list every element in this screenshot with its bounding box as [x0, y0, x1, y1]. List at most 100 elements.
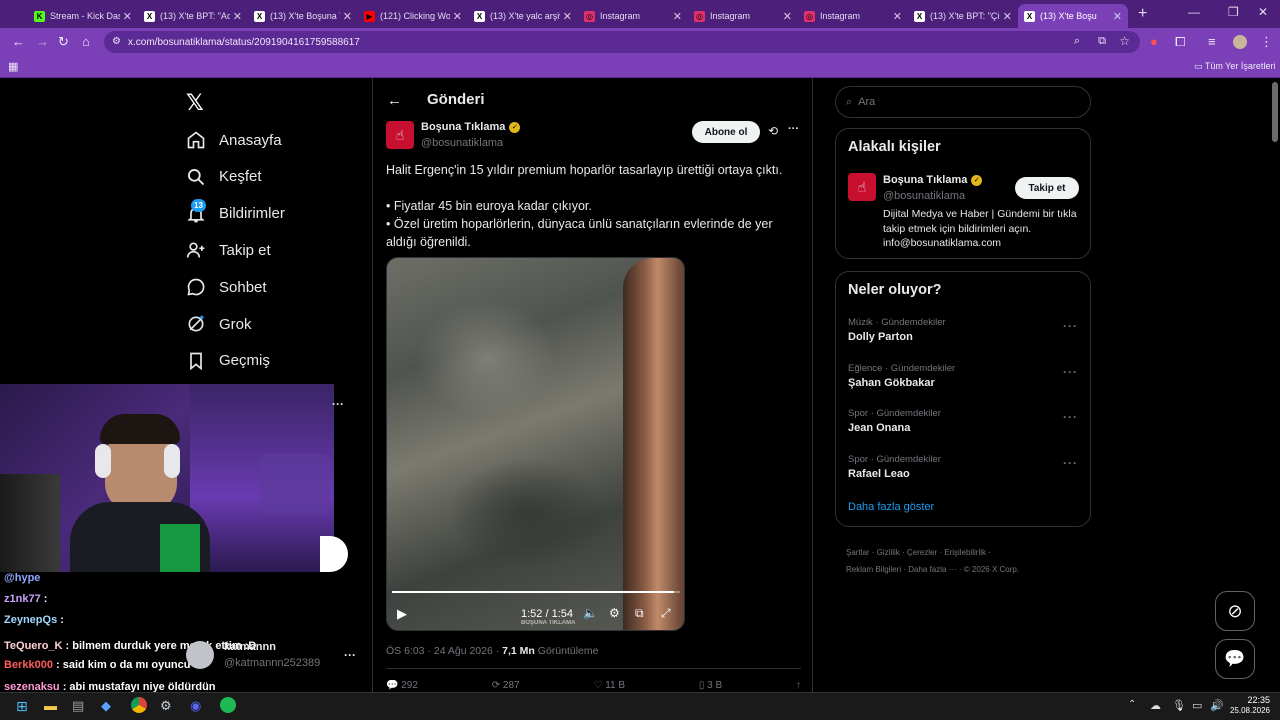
nav-item-bookmark[interactable]: Geçmiş — [186, 351, 270, 371]
tab-close-icon[interactable]: ✕ — [453, 10, 462, 23]
nav-item-bell[interactable]: Bildirimler 13 — [186, 198, 285, 224]
tab-close-icon[interactable]: ✕ — [783, 10, 792, 23]
repost-button[interactable]: ⟳ 287 — [492, 680, 520, 692]
reload-icon[interactable]: ↻ — [58, 34, 69, 50]
trend-item[interactable]: Eğlence · Gündemdekiler Şahan Gökbakar — [848, 363, 1078, 389]
microphone-icon[interactable]: 🎙 — [1172, 699, 1186, 712]
tray-app-icon[interactable]: ☁ — [1150, 699, 1161, 712]
browser-tab[interactable]: ◎ Instagram ✕ — [798, 4, 908, 28]
follow-button[interactable]: Takip et — [1015, 177, 1079, 199]
browser-tab[interactable]: ▶ (121) Clicking Wo ✕ — [358, 4, 468, 28]
video-progress-track[interactable] — [392, 591, 680, 593]
trend-more-icon[interactable]: ··· — [1063, 365, 1078, 379]
taskbar-app-icon[interactable]: ▤ — [72, 698, 84, 714]
share-icon[interactable]: ↑ — [796, 680, 801, 692]
reply-button[interactable]: 💬 292 — [386, 680, 418, 692]
browser-tab[interactable]: X (13) X'te BPT: "Çi ✕ — [908, 4, 1018, 28]
post-video[interactable]: ▶ 1:52 / 1:54 🔈 ⚙ ⧉ ⤢ BOŞUNA TIKLAMA — [386, 257, 685, 631]
close-window-icon[interactable]: ✕ — [1258, 5, 1268, 19]
tab-close-icon[interactable]: ✕ — [1113, 10, 1122, 23]
x-logo-icon[interactable]: 𝕏 — [186, 90, 204, 116]
browser-tab[interactable]: X (13) X'te yalc arşiv ✕ — [468, 4, 578, 28]
trend-item[interactable]: Spor · Gündemdekiler Jean Onana — [848, 408, 1078, 434]
footer-link[interactable]: Erişilebilirlik — [944, 548, 986, 557]
fullscreen-icon[interactable]: ⤢ — [661, 606, 671, 621]
maximize-icon[interactable]: ❐ — [1228, 5, 1239, 19]
grok-actions-icon[interactable]: ⟲ — [768, 124, 778, 138]
browser-tab[interactable]: X (13) X'te Boşuna T ✕ — [248, 4, 358, 28]
tray-chevron-icon[interactable]: ⌃ — [1128, 699, 1136, 710]
browser-tab[interactable]: X (13) X'te BPT: "Ad ✕ — [138, 4, 248, 28]
tab-close-icon[interactable]: ✕ — [123, 10, 132, 23]
scrollbar-thumb[interactable] — [1272, 82, 1278, 142]
file-explorer-icon[interactable]: ▬ — [44, 698, 57, 713]
tab-close-icon[interactable]: ✕ — [343, 10, 352, 23]
tab-close-icon[interactable]: ✕ — [673, 10, 682, 23]
trend-more-icon[interactable]: ··· — [1063, 456, 1078, 470]
overlay-more-icon[interactable]: ··· — [332, 397, 344, 411]
trend-item[interactable]: Müzik · Gündemdekiler Dolly Parton — [848, 317, 1078, 343]
tab-close-icon[interactable]: ✕ — [233, 10, 242, 23]
browser-tab[interactable]: ◎ Instagram ✕ — [688, 4, 798, 28]
all-bookmarks[interactable]: ▭ Tüm Yer İşaretleri — [1194, 61, 1275, 72]
site-info-icon[interactable]: ⚙ — [112, 36, 121, 47]
home-browser-icon[interactable]: ⌂ — [82, 34, 90, 49]
settings-icon[interactable]: ⚙ — [609, 606, 620, 620]
play-icon[interactable]: ▶ — [397, 606, 407, 622]
post-button-partial[interactable] — [320, 536, 348, 572]
volume-icon[interactable]: 🔈 — [583, 606, 598, 620]
show-more-link[interactable]: Daha fazla göster — [848, 501, 934, 513]
author-name-row[interactable]: Boşuna Tıklama ✓ — [421, 121, 521, 133]
menu-dots-icon[interactable]: ⋮ — [1260, 34, 1273, 50]
extensions-puzzle-icon[interactable]: ⧠ — [1175, 34, 1185, 50]
back-icon[interactable]: ← — [12, 34, 25, 49]
clock-time[interactable]: 22:35 — [1230, 695, 1270, 705]
subscribe-button[interactable]: Abone ol — [692, 121, 760, 143]
browser-tab[interactable]: K Stream - Kick Das ✕ — [28, 4, 138, 28]
nav-item-search[interactable]: Keşfet — [186, 167, 262, 187]
clock-date[interactable]: 25.08.2026 — [1226, 706, 1270, 715]
new-tab-icon[interactable]: + — [1138, 5, 1147, 23]
trend-more-icon[interactable]: ··· — [1063, 319, 1078, 333]
media-icon[interactable]: ≡ — [1208, 34, 1216, 49]
trend-more-icon[interactable]: ··· — [1063, 410, 1078, 424]
account-more-icon[interactable]: ··· — [344, 648, 356, 662]
post-timestamp[interactable]: ÖS 6:03 · 24 Ağu 2026 · — [386, 645, 502, 657]
tab-close-icon[interactable]: ✕ — [563, 10, 572, 23]
windows-start-icon[interactable]: ⊞ — [16, 698, 28, 715]
author-avatar[interactable]: ☝ — [386, 121, 414, 149]
zoom-icon[interactable]: ⌕ — [1074, 35, 1080, 48]
taskbar-app-icon[interactable]: ◆ — [101, 698, 111, 714]
related-name-row[interactable]: Boşuna Tıklama ✓ — [883, 174, 983, 186]
footer-link[interactable]: Gizlilik — [877, 548, 900, 557]
extension-icon[interactable]: ● — [1150, 34, 1158, 49]
bookmark-button[interactable]: ▯ 3 B — [699, 680, 722, 692]
display-icon[interactable]: ▭ — [1192, 699, 1202, 712]
like-button[interactable]: ♡ 11 B — [593, 680, 625, 692]
nav-item-follow[interactable]: Takip et — [186, 240, 271, 260]
grok-floating-icon[interactable]: ⊘ — [1215, 591, 1255, 631]
post-more-icon[interactable]: ··· — [788, 123, 799, 135]
nav-item-chat[interactable]: Sohbet — [186, 277, 267, 297]
nav-item-home[interactable]: Anasayfa — [186, 130, 282, 150]
star-icon[interactable]: ☆ — [1119, 34, 1130, 48]
messages-floating-icon[interactable]: 💬 — [1215, 639, 1255, 679]
related-avatar[interactable]: ☝ — [848, 173, 876, 201]
discord-icon[interactable]: ◉ — [190, 698, 201, 714]
steam-icon[interactable]: ⚙ — [160, 698, 172, 714]
chrome-icon[interactable] — [131, 697, 147, 713]
footer-link[interactable]: Çerezler — [907, 548, 937, 557]
trend-item[interactable]: Spor · Gündemdekiler Rafael Leao — [848, 454, 1078, 480]
profile-avatar[interactable] — [1233, 35, 1247, 49]
tab-close-icon[interactable]: ✕ — [1003, 10, 1012, 23]
tab-close-icon[interactable]: ✕ — [893, 10, 902, 23]
browser-tab[interactable]: ◎ Instagram ✕ — [578, 4, 688, 28]
install-app-icon[interactable]: ⧉ — [1098, 35, 1106, 48]
spotify-icon[interactable] — [220, 697, 236, 713]
volume-tray-icon[interactable]: 🔊 — [1210, 699, 1224, 712]
footer-link[interactable]: Reklam Bilgileri — [846, 565, 901, 574]
apps-icon[interactable]: ▦ — [8, 60, 18, 73]
account-avatar[interactable] — [186, 641, 214, 669]
browser-tab[interactable]: X (13) X'te Boşu ✕ — [1018, 4, 1128, 28]
footer-link[interactable]: Şartlar — [846, 548, 870, 557]
